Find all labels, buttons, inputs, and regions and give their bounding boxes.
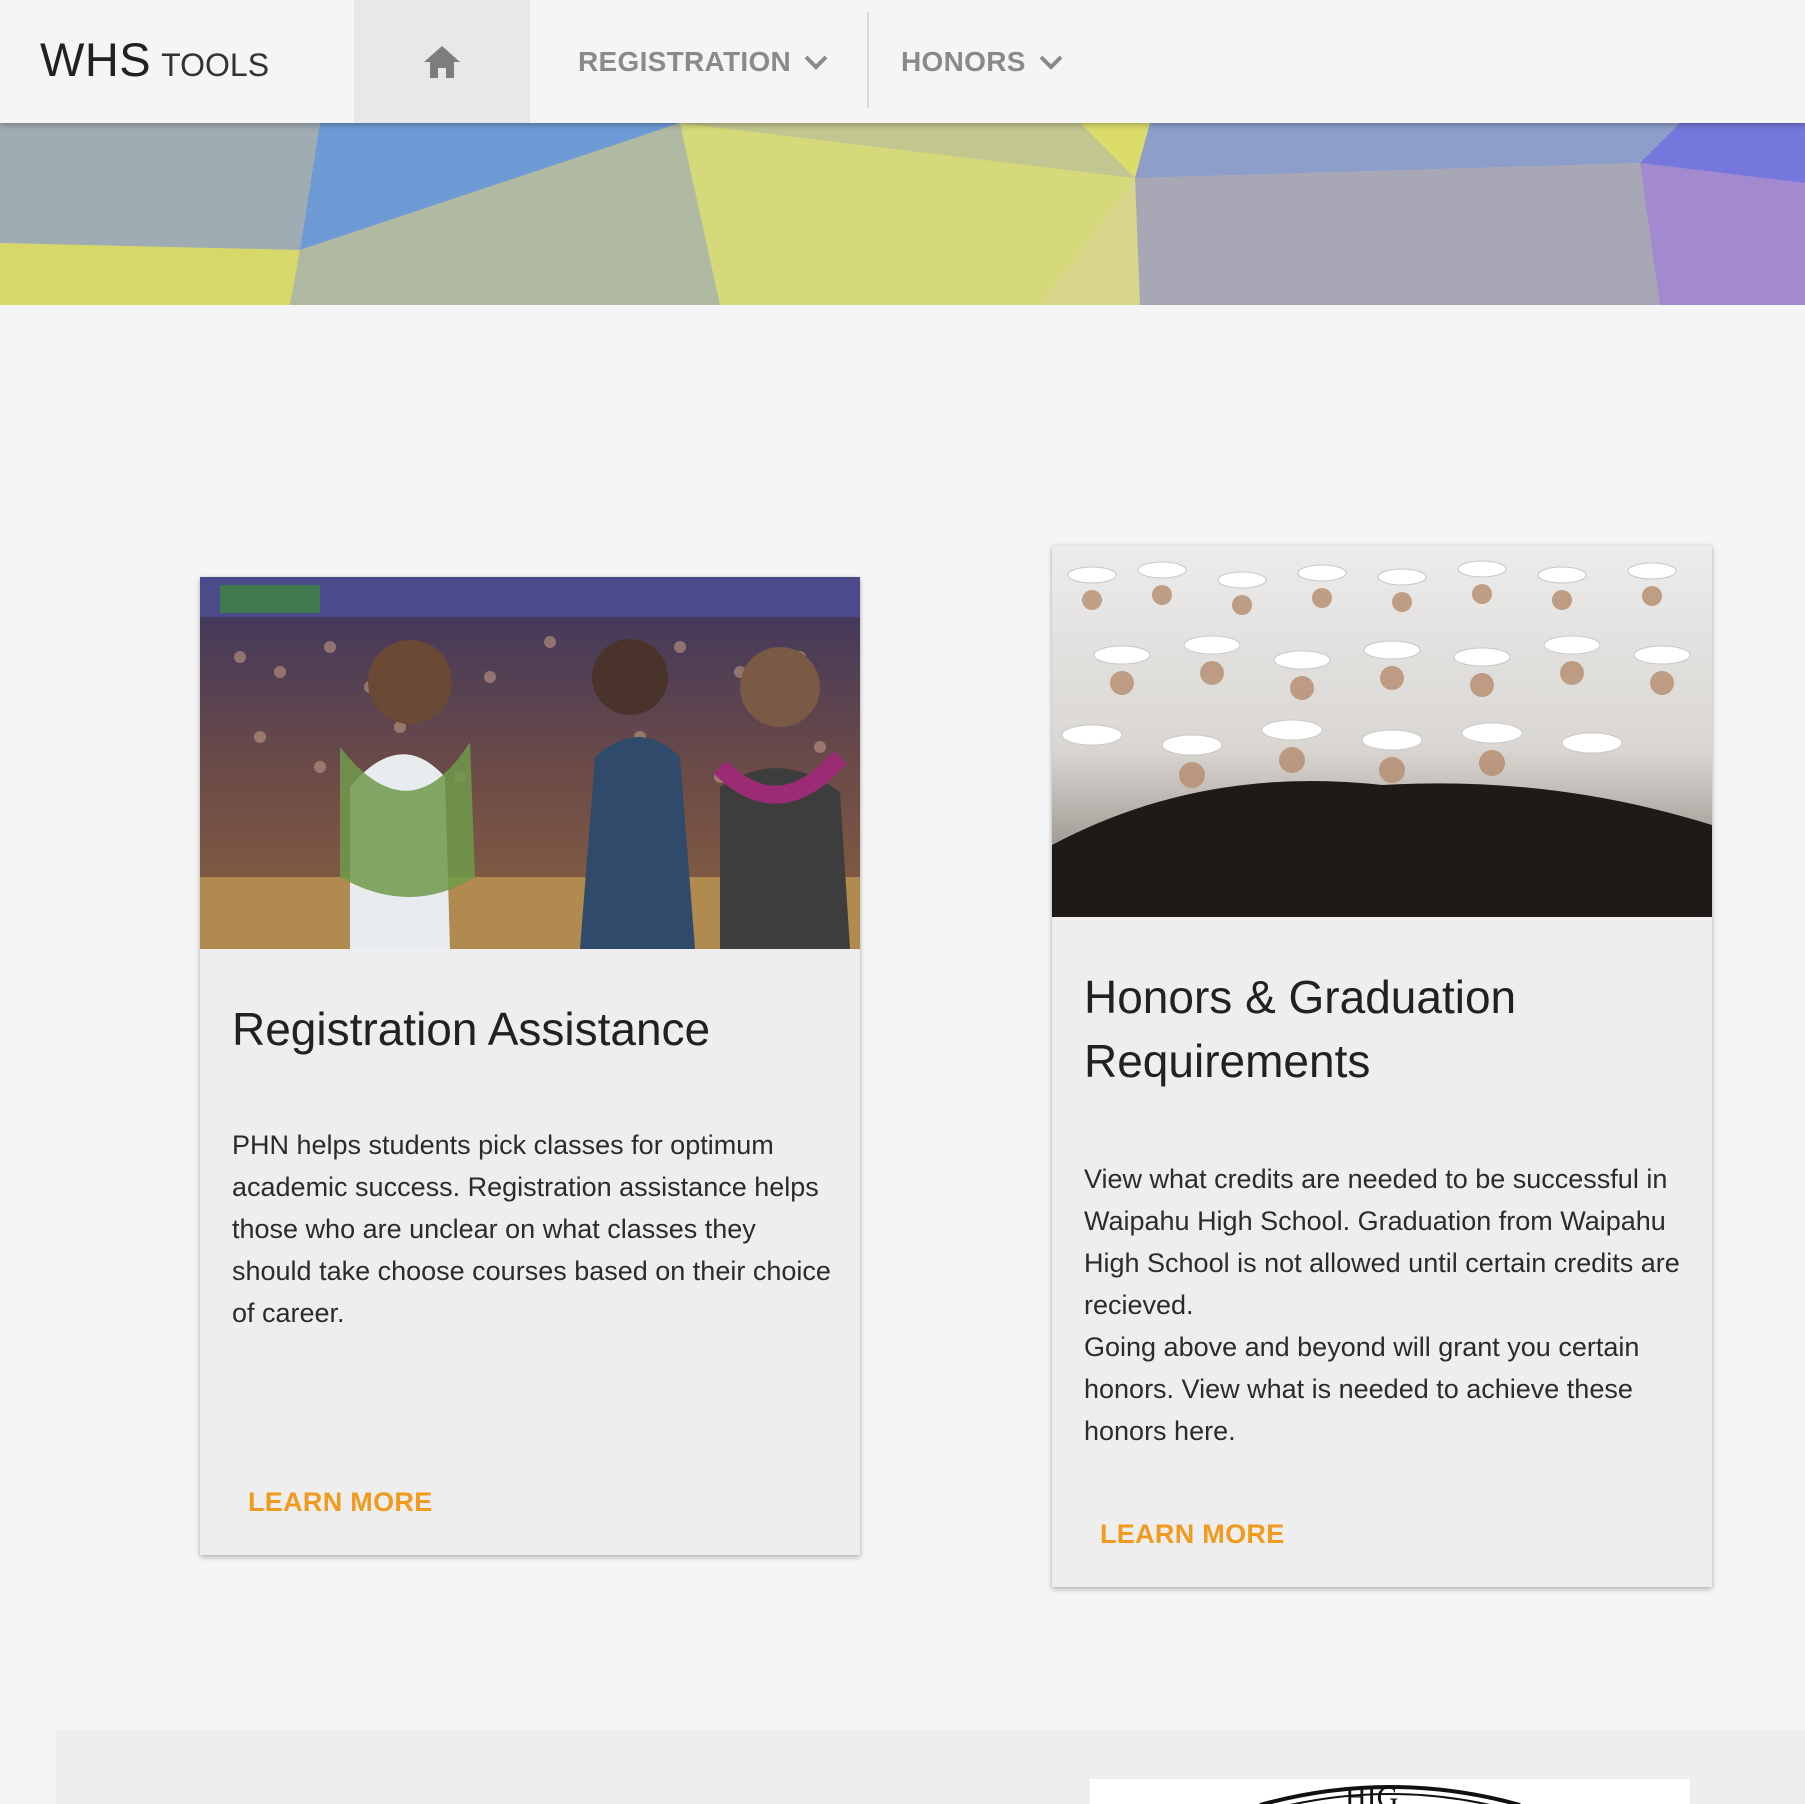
chevron-down-icon (803, 53, 829, 71)
chevron-down-icon (1038, 53, 1064, 71)
nav-divider (867, 12, 869, 108)
card-paragraph: View what credits are needed to be succe… (1084, 1164, 1680, 1320)
school-seal-image: HIG (1090, 1779, 1690, 1804)
nav-registration-dropdown[interactable]: REGISTRATION (578, 0, 829, 123)
learn-more-link[interactable]: LEARN MORE (1100, 1519, 1285, 1550)
logo-sub-text: TOOLS (161, 47, 270, 83)
card-description: View what credits are needed to be succe… (1084, 1158, 1684, 1452)
learn-more-link[interactable]: LEARN MORE (248, 1487, 433, 1518)
site-logo[interactable]: WHS TOOLS (40, 32, 269, 87)
card-paragraph: Going above and beyond will grant you ce… (1084, 1332, 1640, 1446)
polygon-pattern (0, 123, 1805, 305)
home-icon (424, 45, 460, 78)
registration-card: Registration Assistance PHN helps studen… (200, 577, 860, 1555)
hero-banner (0, 123, 1805, 305)
logo-main-text: WHS (40, 33, 152, 86)
card-description: PHN helps students pick classes for opti… (232, 1124, 832, 1334)
registration-photo (200, 577, 860, 949)
card-paragraph: PHN helps students pick classes for opti… (232, 1130, 831, 1328)
card-title: Registration Assistance (232, 1003, 711, 1055)
nav-registration-label: REGISTRATION (578, 45, 792, 77)
card-title: Honors & Graduation Requirements (1084, 971, 1517, 1087)
home-button[interactable] (354, 0, 530, 123)
top-nav-bar: WHS TOOLS REGISTRATION HONORS (0, 0, 1805, 123)
svg-text:HIG: HIG (1345, 1781, 1398, 1804)
graduation-photo (1052, 545, 1712, 917)
nav-honors-label: HONORS (901, 45, 1026, 77)
nav-honors-dropdown[interactable]: HONORS (901, 0, 1064, 123)
honors-card: Honors & Graduation Requirements View wh… (1052, 545, 1712, 1587)
